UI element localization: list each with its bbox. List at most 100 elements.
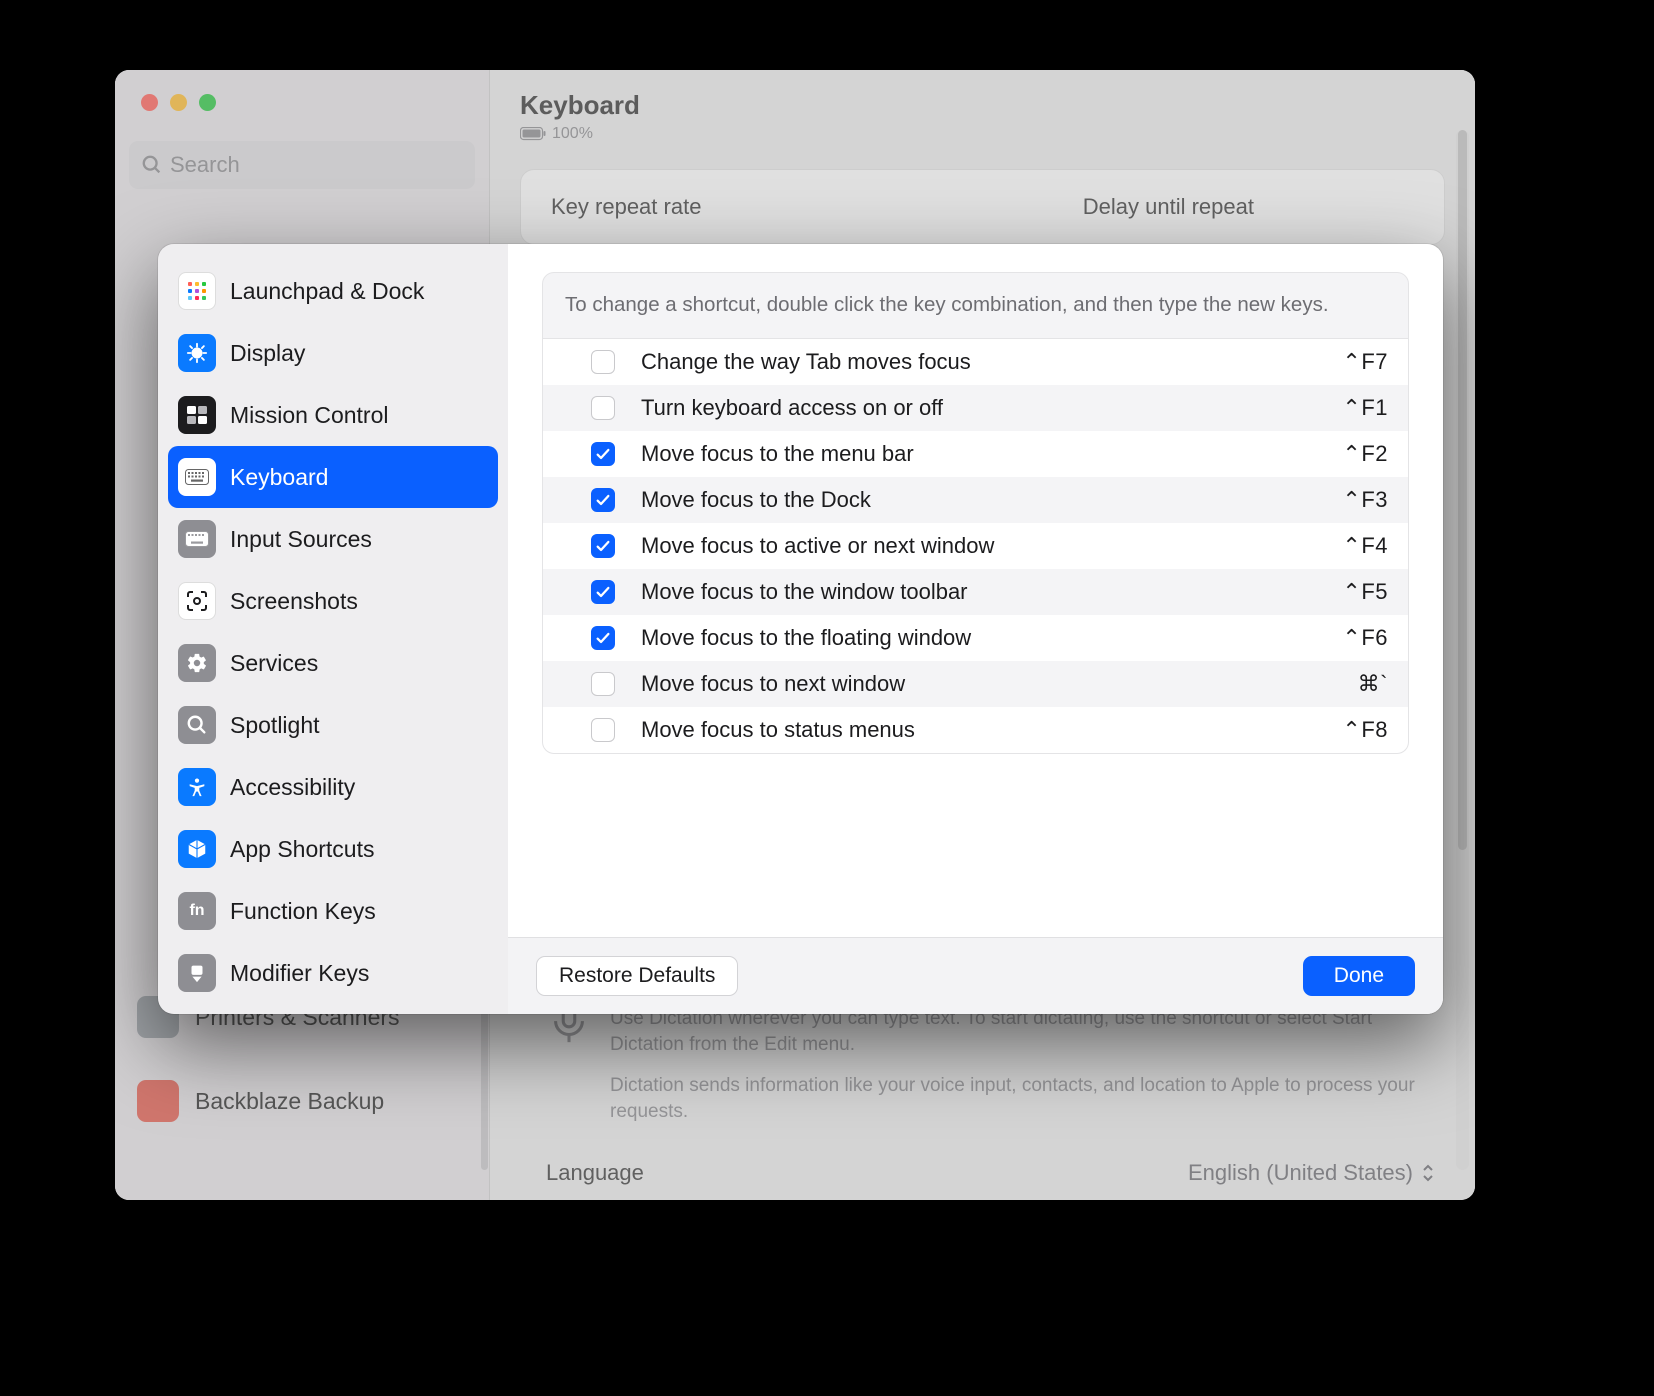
keyboard-shortcuts-modal: Launchpad & Dock Display Mission Control Ke… (158, 244, 1443, 1014)
launchpad-icon (178, 272, 216, 310)
shortcut-row[interactable]: Turn keyboard access on or off⌃F1 (543, 385, 1408, 431)
shortcut-checkbox[interactable] (591, 718, 615, 742)
shortcut-keys[interactable]: ⌃F8 (1342, 717, 1388, 743)
modal-sidebar-item-screenshots[interactable]: Screenshots (168, 570, 498, 632)
shortcut-label: Move focus to next window (641, 671, 1358, 697)
shortcut-label: Move focus to status menus (641, 717, 1342, 743)
shortcut-label: Turn keyboard access on or off (641, 395, 1342, 421)
screenshots-icon (178, 582, 216, 620)
shortcut-row[interactable]: Move focus to the window toolbar⌃F5 (543, 569, 1408, 615)
dictation-line2: Dictation sends information like your vo… (610, 1073, 1419, 1126)
spotlight-icon (178, 706, 216, 744)
modal-sidebar-label: App Shortcuts (230, 836, 374, 863)
modal-sidebar-item-display[interactable]: Display (168, 322, 498, 384)
key-repeat-label: Key repeat rate (551, 194, 701, 220)
modal-sidebar-label: Display (230, 340, 305, 367)
modal-sidebar-item-appshort[interactable]: App Shortcuts (168, 818, 498, 880)
modal-sidebar-item-mission[interactable]: Mission Control (168, 384, 498, 446)
modal-sidebar-label: Launchpad & Dock (230, 278, 424, 305)
modal-sidebar-label: Modifier Keys (230, 960, 369, 987)
main-scrollbar[interactable] (1456, 130, 1469, 1170)
access-icon (178, 768, 216, 806)
modal-footer: Restore Defaults Done (508, 937, 1443, 1014)
shortcut-row[interactable]: Move focus to status menus⌃F8 (543, 707, 1408, 753)
restore-defaults-button[interactable]: Restore Defaults (536, 956, 738, 996)
services-icon (178, 644, 216, 682)
shortcut-table: Change the way Tab moves focus⌃F7Turn ke… (542, 339, 1409, 754)
shortcut-checkbox[interactable] (591, 672, 615, 696)
modal-sidebar-item-input[interactable]: Input Sources (168, 508, 498, 570)
mission-icon (178, 396, 216, 434)
appshort-icon (178, 830, 216, 868)
language-value[interactable]: English (United States) (1188, 1160, 1435, 1186)
modal-sidebar-item-access[interactable]: Accessibility (168, 756, 498, 818)
modal-sidebar-item-mod[interactable]: Modifier Keys (168, 942, 498, 1004)
done-button[interactable]: Done (1303, 956, 1415, 996)
shortcut-checkbox[interactable] (591, 488, 615, 512)
modal-sidebar-label: Accessibility (230, 774, 355, 801)
modal-sidebar-item-services[interactable]: Services (168, 632, 498, 694)
backblaze-icon (137, 1080, 179, 1122)
keyboard-icon (178, 458, 216, 496)
shortcut-row[interactable]: Move focus to the floating window⌃F6 (543, 615, 1408, 661)
keyboard-battery: 100% (520, 125, 1445, 143)
modal-sidebar-item-fn[interactable]: fn Function Keys (168, 880, 498, 942)
dictation-help-text: Use Dictation wherever you can type text… (546, 1006, 1419, 1126)
modal-sidebar-item-spotlight[interactable]: Spotlight (168, 694, 498, 756)
modal-sidebar-item-launchpad[interactable]: Launchpad & Dock (168, 260, 498, 322)
shortcut-label: Move focus to active or next window (641, 533, 1342, 559)
mod-icon (178, 954, 216, 992)
shortcut-keys[interactable]: ⌘` (1358, 671, 1388, 697)
shortcut-label: Move focus to the window toolbar (641, 579, 1342, 605)
delay-repeat-label: Delay until repeat (1083, 194, 1254, 220)
close-window-icon[interactable] (141, 94, 158, 111)
shortcut-label: Move focus to the menu bar (641, 441, 1342, 467)
shortcut-keys[interactable]: ⌃F1 (1342, 395, 1388, 421)
shortcut-checkbox[interactable] (591, 442, 615, 466)
shortcut-row[interactable]: Move focus to next window⌘` (543, 661, 1408, 707)
shortcut-checkbox[interactable] (591, 350, 615, 374)
shortcut-label: Move focus to the Dock (641, 487, 1342, 513)
modal-sidebar-label: Mission Control (230, 402, 389, 429)
page-title: Keyboard (520, 90, 1445, 121)
language-label: Language (546, 1160, 644, 1186)
shortcut-keys[interactable]: ⌃F6 (1342, 625, 1388, 651)
shortcut-keys[interactable]: ⌃F2 (1342, 441, 1388, 467)
shortcut-row[interactable]: Move focus to the menu bar⌃F2 (543, 431, 1408, 477)
modal-sidebar-label: Input Sources (230, 526, 372, 553)
modal-sidebar-label: Services (230, 650, 318, 677)
modal-sidebar-item-keyboard[interactable]: Keyboard (168, 446, 498, 508)
shortcut-checkbox[interactable] (591, 534, 615, 558)
shortcut-keys[interactable]: ⌃F7 (1342, 349, 1388, 375)
battery-percent: 100% (552, 125, 593, 143)
shortcut-keys[interactable]: ⌃F5 (1342, 579, 1388, 605)
shortcut-row[interactable]: Change the way Tab moves focus⌃F7 (543, 339, 1408, 385)
modal-sidebar: Launchpad & Dock Display Mission Control Ke… (158, 244, 508, 1014)
shortcut-label: Change the way Tab moves focus (641, 349, 1342, 375)
shortcut-row[interactable]: Move focus to active or next window⌃F4 (543, 523, 1408, 569)
shortcut-keys[interactable]: ⌃F4 (1342, 533, 1388, 559)
shortcut-keys[interactable]: ⌃F3 (1342, 487, 1388, 513)
modal-sidebar-label: Function Keys (230, 898, 376, 925)
modal-sidebar-label: Keyboard (230, 464, 328, 491)
fn-icon: fn (178, 892, 216, 930)
sidebar-item-backblaze[interactable]: Backblaze Backup (125, 1071, 479, 1131)
minimize-window-icon[interactable] (170, 94, 187, 111)
sidebar-item-label: Backblaze Backup (195, 1088, 384, 1115)
search-placeholder: Search (170, 152, 240, 178)
display-icon (178, 334, 216, 372)
shortcut-checkbox[interactable] (591, 626, 615, 650)
modal-sidebar-label: Screenshots (230, 588, 358, 615)
search-icon (141, 154, 163, 176)
input-icon (178, 520, 216, 558)
language-row[interactable]: Language English (United States) (546, 1160, 1435, 1186)
shortcut-row[interactable]: Move focus to the Dock⌃F3 (543, 477, 1408, 523)
shortcut-hint: To change a shortcut, double click the k… (542, 272, 1409, 339)
search-input[interactable]: Search (129, 141, 475, 189)
maximize-window-icon[interactable] (199, 94, 216, 111)
key-repeat-card: Key repeat rate Delay until repeat (520, 169, 1445, 245)
shortcut-checkbox[interactable] (591, 396, 615, 420)
shortcut-checkbox[interactable] (591, 580, 615, 604)
shortcut-label: Move focus to the floating window (641, 625, 1342, 651)
modal-sidebar-label: Spotlight (230, 712, 320, 739)
